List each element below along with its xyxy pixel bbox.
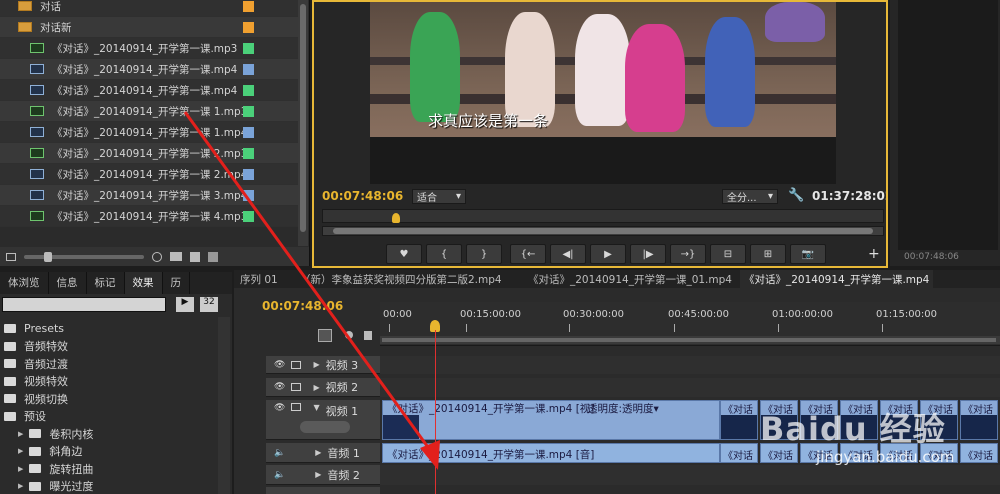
watermark-logo: Baidu 经验 — [760, 410, 946, 448]
watermark-url: jingyan.baidu.com — [816, 448, 955, 466]
